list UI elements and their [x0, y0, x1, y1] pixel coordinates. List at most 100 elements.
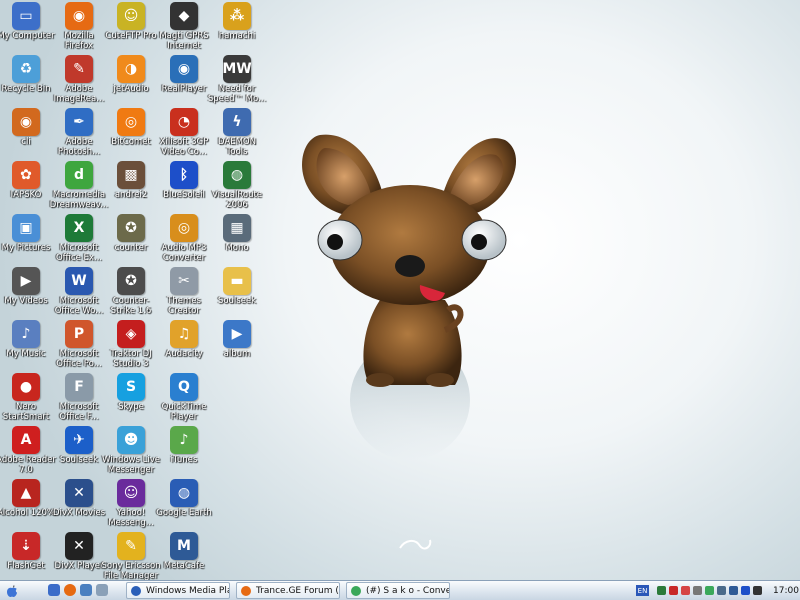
desktop-icon[interactable]: ☺ CuteFTP Pro [101, 2, 161, 42]
desktop-icon-label: jetAudio [113, 84, 149, 94]
desktop-icon[interactable]: ● Nero StartSmart [0, 373, 56, 422]
firefox-quicklaunch-icon[interactable] [64, 584, 76, 596]
volume-icon[interactable] [717, 586, 726, 595]
desktop-icon[interactable]: ✕ DivX Movies [49, 479, 109, 519]
desktop-icon[interactable]: ◉ cli [0, 108, 56, 148]
desktop-icon[interactable]: ✎ Adobe ImageRea... [49, 55, 109, 104]
desktop-icon[interactable]: ✪ Counter-Strike 1.6 [101, 267, 161, 316]
desktop-icon[interactable]: ♪ My Music [0, 320, 56, 360]
flashget-tray-icon[interactable] [681, 586, 690, 595]
desktop-icon[interactable]: ◑ jetAudio [101, 55, 161, 95]
start-button[interactable] [4, 583, 20, 598]
desktop-icon[interactable]: MW Need for Speed™ Mo... [207, 55, 267, 104]
magti-tray-icon[interactable] [693, 586, 702, 595]
desktop-icon[interactable]: A Adobe Reader 7.0 [0, 426, 56, 475]
desktop-icon[interactable]: ◉ Mozilla Firefox [49, 2, 109, 51]
kaspersky-tray-icon[interactable] [669, 586, 678, 595]
desktop-icon[interactable]: ♫ Audacity [154, 320, 214, 360]
desktop-icon-label: Microsoft Office Ex... [55, 243, 103, 263]
computer-icon: ▭ [12, 2, 40, 30]
desktop-icon[interactable]: ✿ IAPSKO [0, 161, 56, 201]
imageready-icon: ✎ [65, 55, 93, 83]
desktop-icon[interactable]: ▶ album [207, 320, 267, 360]
desktop-icon[interactable]: ᛒ BlueSoleil [154, 161, 214, 201]
desktop-icon-label: DivX Movies [52, 508, 106, 518]
desktop-icon[interactable]: Q QuickTime Player [154, 373, 214, 422]
show-desktop-icon[interactable] [48, 584, 60, 596]
frontpage-icon: F [65, 373, 93, 401]
desktop-icon[interactable]: ☺ Yahoo! Messeng... [101, 479, 161, 528]
desktop-icon-label: Nero StartSmart [2, 402, 50, 422]
desktop-icon[interactable]: P Microsoft Office Po... [49, 320, 109, 369]
daemon-tools-icon: ϟ [223, 108, 251, 136]
quicktime-icon: Q [170, 373, 198, 401]
task-windows-media-player[interactable]: Windows Media Player [126, 582, 230, 599]
desktop-icon[interactable]: ✒ Adobe Photosh... [49, 108, 109, 157]
desktop: ▭ My Computer ♻ Recycle Bin ◉ cli ✿ IAPSKO ▣ My P… [0, 0, 800, 580]
desktop-icon[interactable]: ▶ My Videos [0, 267, 56, 307]
desktop-icon[interactable]: ▩ andrei2 [101, 161, 161, 201]
desktop-icon-label: QuickTime Player [161, 402, 207, 422]
bluetooth-tray-icon[interactable] [741, 586, 750, 595]
desktop-icon[interactable]: M MetaCafe [154, 532, 214, 572]
desktop-icon[interactable]: ▣ My Pictures [0, 214, 56, 254]
network-tray-icon[interactable] [753, 586, 762, 595]
desktop-icon-label: hamachi [218, 31, 256, 41]
checkmark-tray-icon[interactable] [657, 586, 666, 595]
word-icon: W [65, 267, 93, 295]
task-label: Windows Media Player [146, 585, 229, 596]
desktop-icon[interactable]: ◍ VisualRoute 2006 [207, 161, 267, 210]
messenger-quicklaunch-icon[interactable] [96, 584, 108, 596]
messenger-tray-icon[interactable] [705, 586, 714, 595]
desktop-icon[interactable]: ✎ Sony Ericsson File Manager [101, 532, 161, 580]
desktop-icon[interactable]: ◎ BitComet [101, 108, 161, 148]
desktop-icon-label: Soulseek [217, 296, 257, 306]
desktop-icon[interactable]: ✕ DivX Player [49, 532, 109, 572]
desktop-icon[interactable]: F Microsoft Office F... [49, 373, 109, 422]
desktop-icon[interactable]: ▦ Mono [207, 214, 267, 254]
desktop-icon-label: Recycle Bin [1, 84, 51, 94]
desktop-icon-label: Mozilla Firefox [64, 31, 94, 51]
desktop-icon[interactable]: ✂ Themes Creator [154, 267, 214, 316]
music-folder-icon: ♪ [12, 320, 40, 348]
desktop-icon[interactable]: ◈ Traktor DJ Studio 3 [101, 320, 161, 369]
desktop-icon[interactable]: ◍ Google Earth [154, 479, 214, 519]
metacafe-tray-icon[interactable] [729, 586, 738, 595]
apple-icon [7, 584, 17, 597]
desktop-icon[interactable]: ⇣ FlashGet [0, 532, 56, 572]
desktop-icon-label: My Pictures [1, 243, 51, 253]
desktop-icon-label: Adobe ImageRea... [53, 84, 105, 104]
yahoo-messenger-icon: ☺ [117, 479, 145, 507]
desktop-icon-label: My Computer [0, 31, 55, 41]
task-messenger-conversation[interactable]: (#) S a k o - Conversat... [346, 582, 450, 599]
language-indicator[interactable]: EN [636, 585, 649, 596]
desktop-icon[interactable]: ▭ My Computer [0, 2, 56, 42]
nfs-icon: MW [222, 55, 252, 83]
desktop-icon[interactable]: ♻ Recycle Bin [0, 55, 56, 95]
task-label: Trance.GE Forum (Po... [256, 585, 339, 596]
desktop-icon[interactable]: ☻ Windows Live Messenger [101, 426, 161, 475]
desktop-icon[interactable]: ◎ Audio MP3 Converter [154, 214, 214, 263]
desktop-icon[interactable]: ✈ Soulseek [49, 426, 109, 466]
desktop-icon-label: VisualRoute 2006 [211, 190, 263, 210]
desktop-icon[interactable]: W Microsoft Office Wo... [49, 267, 109, 316]
media-player-quicklaunch-icon[interactable] [80, 584, 92, 596]
desktop-icon[interactable]: d Macromedia Dreamweav... [49, 161, 109, 210]
desktop-icon[interactable]: ◔ Xilisoft 3GP Video Co... [154, 108, 214, 157]
desktop-icon[interactable]: ♪ iTunes [154, 426, 214, 466]
desktop-icon[interactable]: ✪ counter [101, 214, 161, 254]
desktop-icon-label: Skype [118, 402, 144, 412]
divx-movies-icon: ✕ [65, 479, 93, 507]
xilisoft-icon: ◔ [170, 108, 198, 136]
visualroute-icon: ◍ [223, 161, 251, 189]
task-firefox-forum[interactable]: Trance.GE Forum (Po... [236, 582, 340, 599]
desktop-icon[interactable]: X Microsoft Office Ex... [49, 214, 109, 263]
desktop-icon[interactable]: ▬ Soulseek [207, 267, 267, 307]
desktop-icon[interactable]: ϟ DAEMON Tools [207, 108, 267, 157]
desktop-icon[interactable]: ◉ RealPlayer [154, 55, 214, 95]
desktop-icon[interactable]: ▲ Alcohol 120% [0, 479, 56, 519]
firefox-icon: ◉ [65, 2, 93, 30]
desktop-icon[interactable]: ⁂ hamachi [207, 2, 267, 42]
desktop-icon[interactable]: S Skype [101, 373, 161, 413]
desktop-icon[interactable]: ◆ Magti GPRS Internet [154, 2, 214, 51]
